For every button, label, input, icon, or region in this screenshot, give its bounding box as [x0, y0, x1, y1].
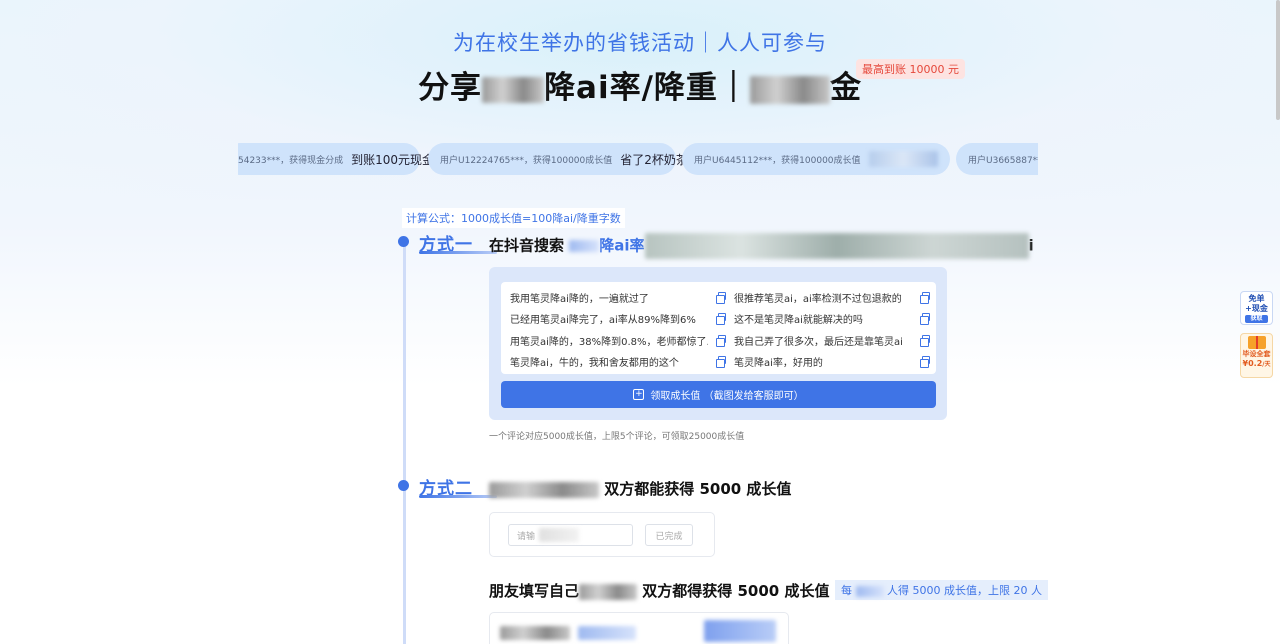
page-subtitle: 为在校生举办的省钱活动｜人人可参与	[453, 31, 827, 55]
scrollbar[interactable]	[1276, 0, 1280, 120]
method-underline	[419, 495, 497, 498]
timeline-dot	[398, 480, 409, 491]
copy-icon[interactable]	[920, 313, 930, 325]
redacted-text	[482, 76, 545, 103]
max-payout-badge: 最高到账 10000 元	[856, 59, 965, 79]
method-one-heading: 在抖音搜索 降ai率 i	[489, 233, 1034, 259]
activity-ticker: 54233***，获得现金分成 到账100元现金 用户U12224765***，…	[238, 142, 1038, 176]
search-keyword-link[interactable]: 降ai率	[599, 237, 644, 255]
title-prefix: 分享	[418, 70, 483, 106]
comment-item[interactable]: 笔灵降ai率，好用的	[734, 354, 930, 369]
comment-item[interactable]: 用笔灵ai降的，38%降到0.8%，老师都惊了...	[510, 333, 726, 348]
claim-note: 一个评论对应5000成长值，上限5个评论，可领取25000成长值	[489, 432, 745, 442]
redacted-text	[569, 240, 600, 252]
copy-icon[interactable]	[920, 292, 930, 304]
copy-icon[interactable]	[920, 335, 930, 347]
gift-icon	[1247, 336, 1266, 349]
comment-item[interactable]: 我自己弄了很多次，最后还是靠笔灵ai	[734, 333, 930, 348]
redacted-text	[579, 583, 638, 600]
ticker-item: 用户U12224765***，获得100000成长值 省了2杯奶茶钱	[428, 143, 700, 175]
redacted-text	[539, 528, 580, 542]
redacted-text	[704, 620, 776, 642]
thesis-package-side-button[interactable]: 毕设全套 ¥0.2/天	[1240, 333, 1273, 378]
title-middle: 降ai率/降重｜	[544, 70, 750, 106]
ticker-item: 54233***，获得现金分成 到账100元现金	[238, 143, 434, 175]
timeline-dot	[398, 236, 409, 247]
redacted-text	[489, 481, 599, 498]
redacted-text	[855, 585, 884, 597]
copy-icon[interactable]	[716, 292, 726, 304]
free-cash-side-button[interactable]: 免单 +现金 获取	[1240, 291, 1273, 325]
method-underline	[419, 251, 497, 254]
redacted-text	[578, 626, 636, 640]
redacted-text	[749, 75, 830, 104]
claim-growth-button[interactable]: + 领取成长值 （截图发给客服即可）	[501, 381, 936, 408]
invite-code-input[interactable]: 请输	[508, 524, 633, 546]
redacted-text	[868, 151, 938, 167]
redacted-text	[500, 626, 570, 640]
comment-item[interactable]: 我用笔灵降ai降的，一遍就过了	[510, 290, 726, 305]
done-button[interactable]: 已完成	[645, 524, 693, 546]
redacted-text	[644, 233, 1029, 259]
comment-item[interactable]: 笔灵降ai，牛的，我和舍友都用的这个	[510, 354, 726, 369]
ticker-item: 用户U3665887***，	[956, 143, 1038, 175]
friend-heading: 朋友填写自己 双方都得获得 5000 成长值	[489, 582, 830, 600]
copy-icon[interactable]	[920, 356, 930, 368]
copy-icon[interactable]	[716, 356, 726, 368]
invite-limit-tag: 每 人得 5000 成长值，上限 20 人	[835, 580, 1048, 600]
comment-item[interactable]: 已经用笔灵ai降完了，ai率从89%降到6%	[510, 311, 726, 326]
method-two-heading: 双方都能获得 5000 成长值	[489, 478, 791, 499]
copy-icon[interactable]	[716, 335, 726, 347]
timeline-line	[403, 240, 406, 644]
ticker-item: 用户U6445112***，获得100000成长值	[682, 143, 950, 175]
formula-note: 计算公式：1000成长值=100降ai/降重字数	[402, 208, 625, 228]
add-icon: +	[633, 389, 645, 400]
comment-item[interactable]: 这不是笔灵降ai就能解决的吗	[734, 311, 930, 326]
page-title: 分享 降ai率/降重｜金	[0, 62, 1280, 107]
comment-item[interactable]: 很推荐笔灵ai，ai率检测不过包退款的	[734, 290, 930, 305]
copy-icon[interactable]	[716, 313, 726, 325]
